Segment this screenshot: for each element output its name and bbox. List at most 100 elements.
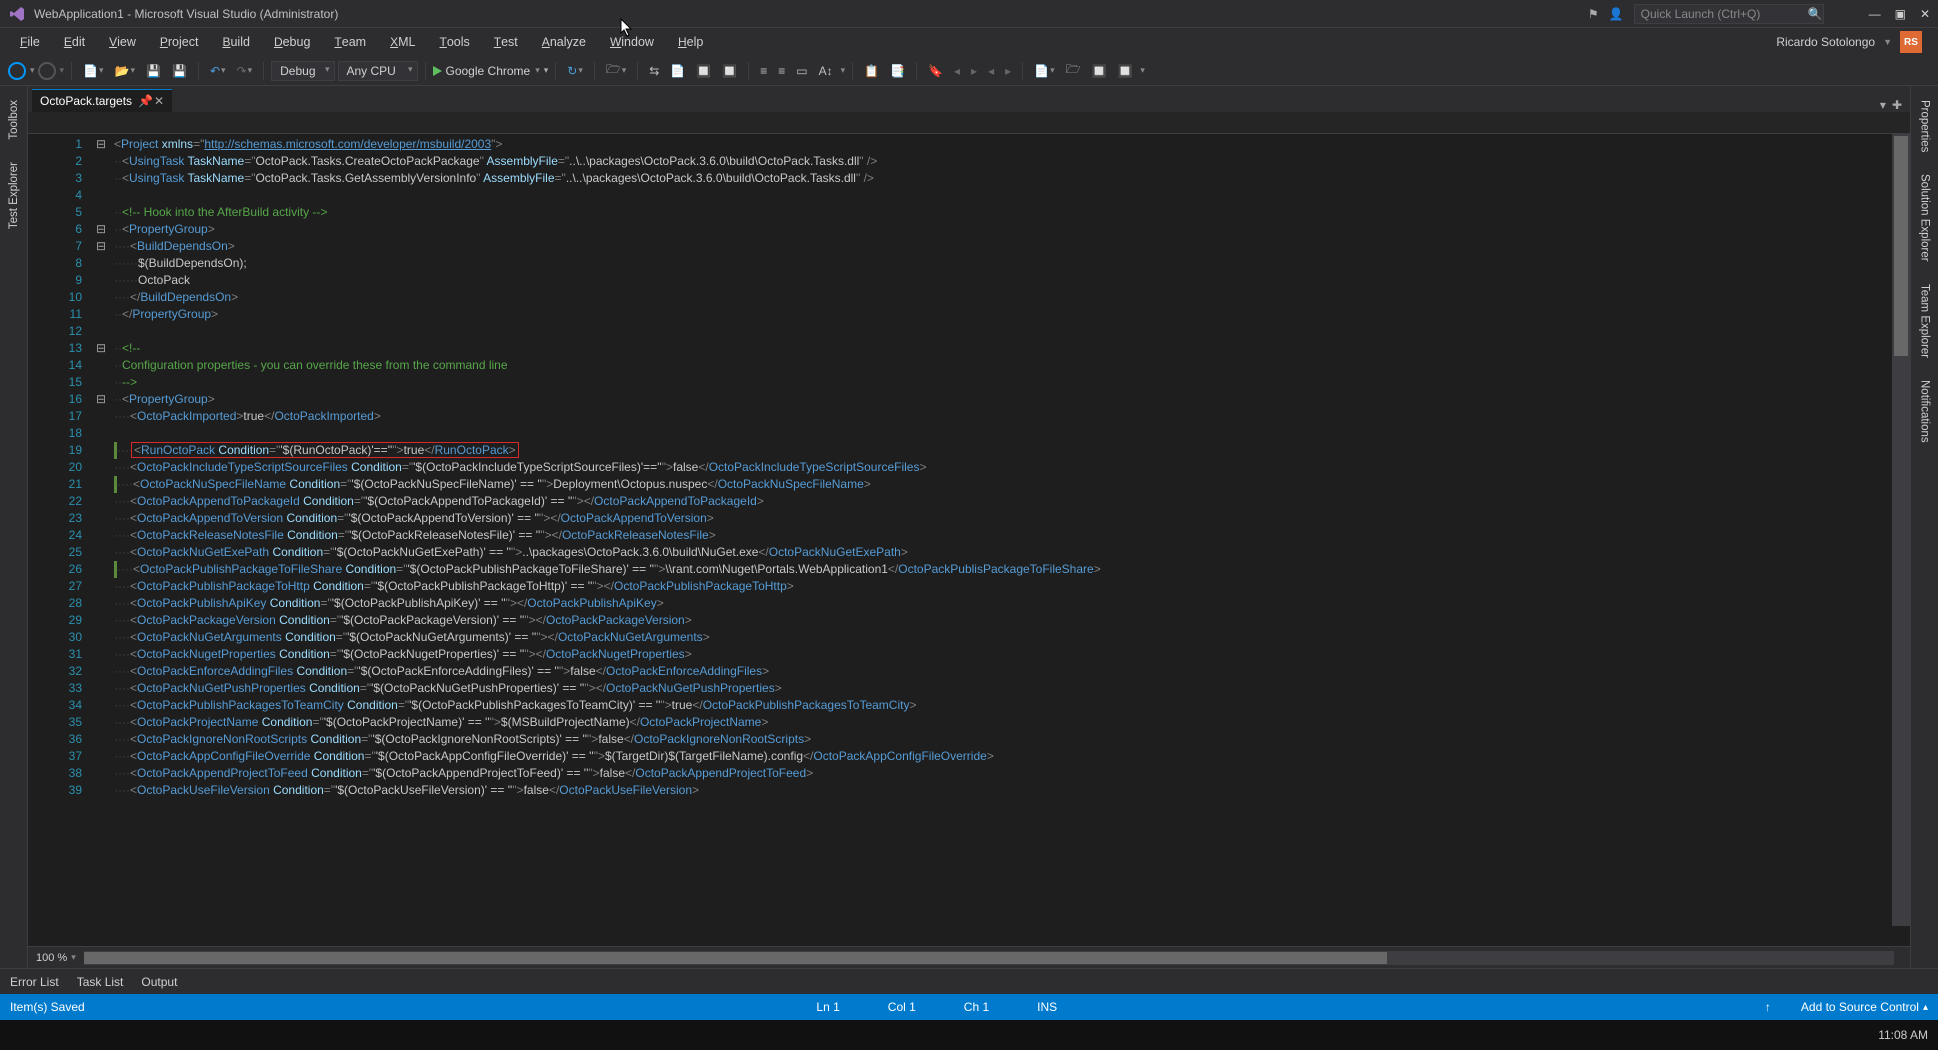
menubar: FileEditViewProjectBuildDebugTeamXMLTool…	[0, 28, 1938, 56]
close-icon[interactable]: ✕	[154, 94, 164, 108]
status-bar: Item(s) Saved Ln 1 Col 1 Ch 1 INS ↑ Add …	[0, 994, 1938, 1020]
undo-button[interactable]: ↶▾	[206, 61, 230, 81]
main-toolbar: ▾ ▾ 📄▾ 📂▾ 💾 💾 ↶▾ ↷▾ Debug▾ Any CPU▾ Goog…	[0, 56, 1938, 86]
save-button[interactable]: 💾	[142, 61, 165, 81]
solution-config-combo[interactable]: Debug▾	[271, 61, 334, 81]
sidebar-tab-solution-explorer[interactable]: Solution Explorer	[1916, 164, 1934, 272]
notifications-flag-icon[interactable]: ⚑	[1588, 7, 1599, 21]
toolbar-icon[interactable]: 📄	[666, 61, 689, 81]
menu-project[interactable]: Project	[150, 31, 209, 53]
feedback-icon[interactable]: 👤	[1609, 7, 1624, 21]
tool-window-task-list[interactable]: Task List	[77, 975, 124, 989]
comment-button[interactable]: ≡	[756, 61, 771, 81]
minimize-button[interactable]: —	[1869, 7, 1881, 21]
save-all-button[interactable]: 💾	[168, 61, 191, 81]
toolbar-icon: ▸	[967, 61, 981, 81]
status-ch: Ch 1	[940, 1000, 1013, 1014]
toolbar-icon[interactable]: 📄▾	[1030, 61, 1058, 81]
horizontal-scrollbar[interactable]	[84, 951, 1894, 965]
menu-xml[interactable]: XML	[380, 31, 425, 53]
right-sidebar: Properties Solution Explorer Team Explorer…	[1910, 86, 1938, 968]
user-account[interactable]: Ricardo Sotolongo ▼ RS	[1776, 31, 1928, 53]
window-title: WebApplication1 - Microsoft Visual Studi…	[34, 7, 338, 21]
document-tabs: OctoPack.targets 📌 ✕ ▾ ✚	[28, 86, 1910, 112]
status-message: Item(s) Saved	[10, 1000, 109, 1014]
menu-view[interactable]: View	[99, 31, 146, 53]
sidebar-tab-team-explorer[interactable]: Team Explorer	[1916, 274, 1934, 368]
editor-area: OctoPack.targets 📌 ✕ ▾ ✚ 123456789101112…	[28, 86, 1910, 968]
toolbar-icon[interactable]: 🗁▾	[602, 57, 630, 84]
bookmark-button[interactable]: 🔖	[924, 61, 947, 81]
zoom-level[interactable]: 100 %	[36, 952, 67, 964]
status-col: Col 1	[864, 1000, 940, 1014]
menu-file[interactable]: File	[10, 31, 50, 53]
avatar: RS	[1900, 31, 1922, 53]
pin-icon[interactable]: 📌	[138, 94, 148, 108]
menu-edit[interactable]: Edit	[54, 31, 95, 53]
breadcrumb-bar	[28, 112, 1910, 134]
toolbar-icon[interactable]: 🔲	[1088, 61, 1111, 81]
toolbar-icon[interactable]: A↕	[815, 61, 837, 81]
chevron-down-icon[interactable]: ▾	[71, 952, 76, 963]
chevron-down-icon[interactable]: ▾	[30, 65, 35, 76]
fold-gutter[interactable]: ⊟⊟⊟⊟⊟	[92, 134, 110, 946]
quick-launch-input[interactable]: Quick Launch (Ctrl+Q)	[1634, 4, 1824, 24]
menu-debug[interactable]: Debug	[264, 31, 320, 53]
tool-window-error-list[interactable]: Error List	[10, 975, 59, 989]
publish-icon[interactable]: ↑	[1765, 1000, 1771, 1014]
menu-test[interactable]: Test	[484, 31, 528, 53]
toolbar-icon: ▸	[1001, 61, 1015, 81]
menu-analyze[interactable]: Analyze	[532, 31, 596, 53]
sidebar-tab-toolbox[interactable]: Toolbox	[5, 90, 23, 150]
bottom-tool-windows: Error List Task List Output	[0, 968, 1938, 994]
search-icon: 🔍	[1808, 7, 1823, 21]
menu-build[interactable]: Build	[212, 31, 259, 53]
play-icon	[433, 66, 442, 76]
menu-team[interactable]: Team	[324, 31, 376, 53]
tab-octopack-targets[interactable]: OctoPack.targets 📌 ✕	[32, 89, 172, 112]
menu-help[interactable]: Help	[668, 31, 713, 53]
nav-forward-button	[38, 62, 56, 80]
open-file-button[interactable]: 📂▾	[111, 61, 139, 81]
sidebar-tab-notifications[interactable]: Notifications	[1916, 370, 1934, 453]
line-number-gutter: 1234567891011121314151617181920212223242…	[28, 134, 92, 946]
close-button[interactable]: ✕	[1920, 7, 1930, 21]
menu-window[interactable]: Window	[600, 31, 664, 53]
maximize-button[interactable]: ▣	[1895, 7, 1906, 21]
taskbar-time: 11:08 AM	[1878, 1028, 1928, 1042]
toolbar-icon[interactable]: 🗁	[1062, 57, 1085, 84]
start-debug-button[interactable]: Google Chrome▾	[433, 64, 540, 78]
left-sidebar: Toolbox Test Explorer	[0, 86, 28, 968]
vertical-scrollbar[interactable]	[1892, 134, 1910, 926]
sidebar-tab-test-explorer[interactable]: Test Explorer	[5, 152, 23, 239]
user-name: Ricardo Sotolongo	[1776, 35, 1875, 49]
add-editor-button[interactable]: ✚	[1892, 98, 1902, 112]
tab-label: OctoPack.targets	[40, 94, 132, 108]
new-project-button[interactable]: 📄▾	[79, 61, 107, 81]
redo-button: ↷▾	[233, 61, 257, 81]
status-ins: INS	[1013, 1000, 1081, 1014]
code-editor[interactable]: 1234567891011121314151617181920212223242…	[28, 134, 1910, 946]
source-control-button[interactable]: Add to Source Control	[1777, 1000, 1919, 1014]
tab-overflow-button[interactable]: ▾	[1880, 98, 1886, 112]
toolbar-icon[interactable]: 🔲	[718, 61, 741, 81]
uncomment-button[interactable]: ≡	[774, 61, 789, 81]
toolbar-icon[interactable]: ▭	[792, 61, 811, 81]
toolbar-icon[interactable]: 🔲	[692, 61, 715, 81]
toolbar-icon[interactable]: 📋	[860, 61, 883, 81]
chevron-down-icon: ▼	[1883, 37, 1892, 47]
nav-back-button[interactable]	[8, 62, 26, 80]
vs-logo-icon	[8, 5, 26, 23]
status-line: Ln 1	[792, 1000, 863, 1014]
sidebar-tab-properties[interactable]: Properties	[1916, 90, 1934, 162]
solution-platform-combo[interactable]: Any CPU▾	[338, 61, 418, 81]
browser-link-button[interactable]: ↻▾	[563, 61, 587, 81]
toolbar-icon[interactable]: ⇆	[645, 61, 663, 81]
code-content[interactable]: <Project xmlns="http://schemas.microsoft…	[110, 134, 1910, 946]
toolbar-icon[interactable]: 🔲	[1113, 61, 1136, 81]
toolbar-icon[interactable]: 📑	[886, 61, 909, 81]
titlebar: WebApplication1 - Microsoft Visual Studi…	[0, 0, 1938, 28]
chevron-up-icon[interactable]: ▴	[1923, 1002, 1928, 1013]
tool-window-output[interactable]: Output	[141, 975, 177, 989]
menu-tools[interactable]: Tools	[429, 31, 479, 53]
